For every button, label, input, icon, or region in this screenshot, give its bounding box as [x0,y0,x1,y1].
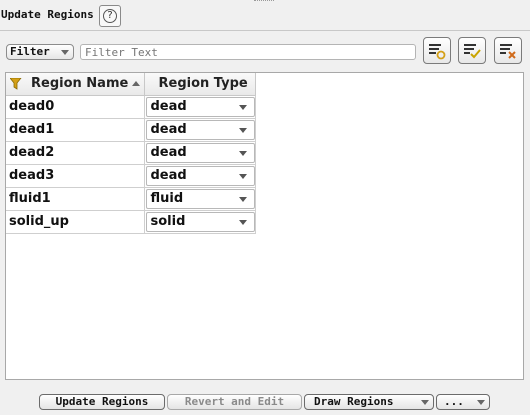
chevron-down-icon [238,196,247,202]
table-row[interactable]: dead0 dead [6,95,256,119]
region-type-cell[interactable]: solid [144,210,256,234]
update-regions-label: Update Regions [55,395,149,408]
region-type-dropdown[interactable]: solid [145,211,255,232]
region-type-cell[interactable]: dead [144,95,256,119]
more-options-label: ... [444,395,464,408]
filter-clear-button[interactable] [494,37,522,64]
revert-and-edit-button[interactable]: Revert and Edit [167,394,302,410]
column-label: Region Name [31,76,129,91]
panel-title: Update Regions [1,8,94,21]
more-options-dropdown[interactable]: ... [436,394,490,410]
column-label: Region Type [158,76,248,91]
chevron-down-icon [238,127,247,133]
region-type-cell[interactable]: dead [144,164,256,188]
table-row[interactable]: dead3 dead [6,164,256,188]
region-name-cell[interactable]: dead1 [6,118,145,142]
region-name-cell[interactable]: dead2 [6,141,145,165]
chevron-down-icon [238,150,247,156]
filter-text-input[interactable] [80,44,416,60]
filter-add-button[interactable] [423,37,451,64]
header-divider [0,30,530,31]
table-header-row: Region Name Region Type [6,73,256,96]
column-header-region-name[interactable]: Region Name [6,73,145,96]
column-header-region-type[interactable]: Region Type [144,73,256,96]
table-row[interactable]: solid_up solid [6,210,256,234]
region-type-dropdown[interactable]: dead [145,142,255,163]
revert-and-edit-label: Revert and Edit [184,395,285,408]
table-row[interactable]: fluid1 fluid [6,187,256,211]
filter-dropdown[interactable]: Filter [6,44,74,60]
region-type-dropdown[interactable]: fluid [145,188,255,209]
region-type-dropdown[interactable]: dead [145,96,255,117]
region-type-cell[interactable]: dead [144,118,256,142]
help-icon: ? [103,9,117,23]
region-name-cell[interactable]: dead3 [6,164,145,188]
region-name-cell[interactable]: solid_up [6,210,145,234]
region-name-cell[interactable]: dead0 [6,95,145,119]
chevron-down-icon [421,400,429,405]
region-type-dropdown[interactable]: dead [145,119,255,140]
region-type-value: dead [150,144,187,160]
region-type-value: dead [150,121,187,137]
filter-apply-button[interactable] [458,37,486,64]
sort-ascending-icon [132,81,140,86]
panel-header: Update Regions ? [0,4,530,28]
region-type-value: solid [150,213,186,229]
action-bar: Update Regions Revert and Edit Draw Regi… [0,394,530,411]
table-row[interactable]: dead2 dead [6,141,256,165]
update-regions-button[interactable]: Update Regions [39,394,165,410]
region-type-dropdown[interactable]: dead [145,165,255,186]
chevron-down-icon [238,173,247,179]
region-type-cell[interactable]: dead [144,141,256,165]
region-type-value: dead [150,167,187,183]
draw-regions-label: Draw Regions [314,395,394,408]
filter-dropdown-label: Filter [10,45,50,58]
help-button[interactable]: ? [99,5,121,27]
funnel-icon[interactable] [10,78,22,90]
region-type-cell[interactable]: fluid [144,187,256,211]
region-type-value: dead [150,98,187,114]
filter-clear-icon [500,44,516,59]
filter-bar: Filter [0,36,530,68]
draw-regions-dropdown[interactable]: Draw Regions [304,394,434,410]
chevron-down-icon [61,50,69,55]
chevron-down-icon [477,400,485,405]
region-type-value: fluid [150,190,184,206]
regions-table: Region Name Region Type dead0 dead dead1 de… [5,72,524,380]
chevron-down-icon [238,219,247,225]
region-name-cell[interactable]: fluid1 [6,187,145,211]
filter-add-icon [429,44,446,60]
chevron-down-icon [238,104,247,110]
filter-apply-icon [464,44,481,59]
table-row[interactable]: dead1 dead [6,118,256,142]
